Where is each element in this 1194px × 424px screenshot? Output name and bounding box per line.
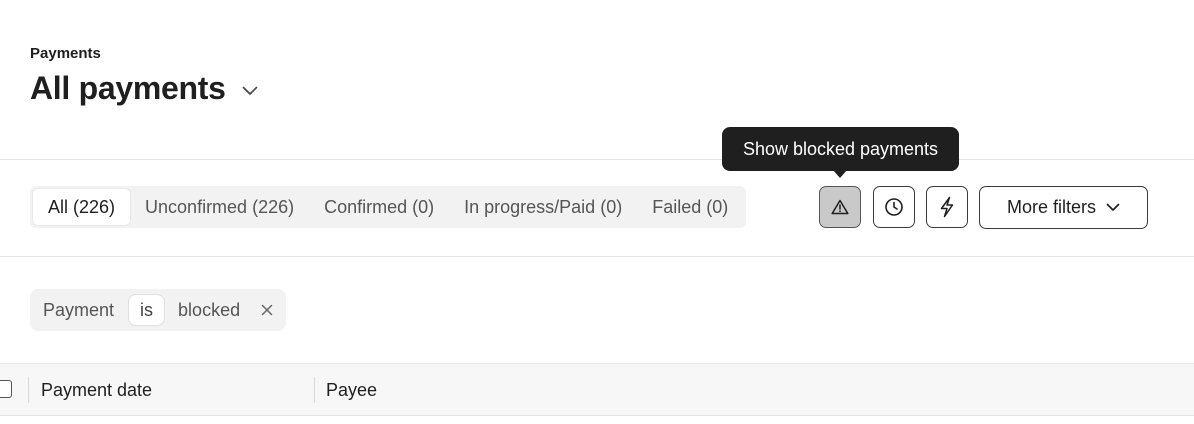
tab-all[interactable]: All (226) xyxy=(33,189,131,225)
status-tabs: All (226) Unconfirmed (226) Confirmed (0… xyxy=(30,186,747,228)
instant-payments-button[interactable] xyxy=(926,186,968,228)
blocked-payments-button[interactable] xyxy=(819,186,861,228)
column-header-payee[interactable]: Payee xyxy=(326,364,377,417)
tab-failed[interactable]: Failed (0) xyxy=(637,189,743,225)
tooltip: Show blocked payments xyxy=(722,127,959,171)
select-all-checkbox[interactable] xyxy=(0,380,12,398)
chevron-down-icon xyxy=(1106,203,1120,211)
chevron-down-icon[interactable] xyxy=(240,81,260,101)
close-icon[interactable] xyxy=(258,301,276,319)
active-filter-chip: Payment is blocked xyxy=(30,289,287,331)
breadcrumb: Payments xyxy=(30,45,101,62)
tooltip-arrow xyxy=(833,170,847,178)
title-row: All payments xyxy=(30,70,260,107)
tab-in-progress-paid[interactable]: In progress/Paid (0) xyxy=(449,189,637,225)
page-title: All payments xyxy=(30,70,226,106)
column-separator[interactable] xyxy=(314,377,315,403)
toolbar-divider xyxy=(0,256,1194,257)
more-filters-label: More filters xyxy=(1006,197,1096,217)
filter-operator[interactable]: is xyxy=(128,294,166,326)
header-divider xyxy=(0,159,1194,160)
column-header-payment-date[interactable]: Payment date xyxy=(41,364,152,417)
filter-field[interactable]: Payment xyxy=(43,300,114,321)
lightning-icon xyxy=(940,196,954,218)
warning-triangle-icon xyxy=(831,199,849,215)
more-filters-button[interactable]: More filters xyxy=(979,186,1148,229)
scheduled-payments-button[interactable] xyxy=(873,186,915,228)
clock-icon xyxy=(885,198,903,216)
tab-confirmed[interactable]: Confirmed (0) xyxy=(309,189,449,225)
table-header: Payment date Payee xyxy=(0,363,1194,416)
column-separator xyxy=(28,377,29,403)
filter-value[interactable]: blocked xyxy=(178,300,240,321)
tab-unconfirmed[interactable]: Unconfirmed (226) xyxy=(130,189,309,225)
